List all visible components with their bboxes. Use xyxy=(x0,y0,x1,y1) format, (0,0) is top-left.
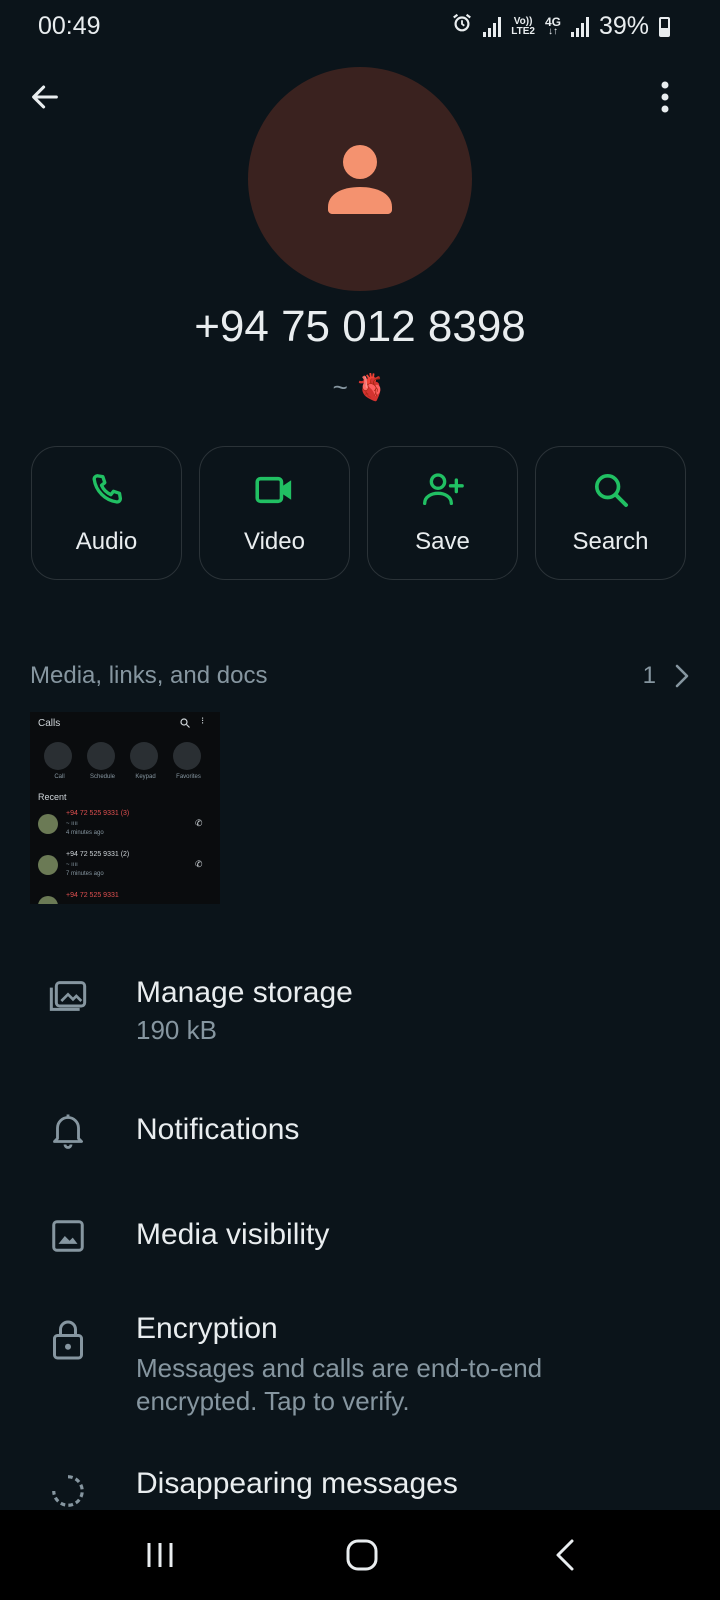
notifications-title: Notifications xyxy=(136,1113,300,1146)
contact-about: ~ 🫀 xyxy=(332,372,388,402)
add-person-icon xyxy=(422,473,464,505)
battery-percent: 39% xyxy=(598,12,649,40)
home-button[interactable] xyxy=(332,1528,392,1582)
keypad-shortcut xyxy=(130,742,158,770)
chevron-left-icon xyxy=(556,1539,574,1571)
timer-icon xyxy=(44,1467,92,1515)
volte-icon: Vo)) LTE2 xyxy=(511,15,535,37)
call-shortcut xyxy=(44,742,72,770)
back-nav-button[interactable] xyxy=(535,1528,595,1582)
status-icons: Vo)) LTE2 4G ↓↑ 39% xyxy=(451,12,670,41)
disappearing-messages-row[interactable]: Disappearing messages xyxy=(0,1455,720,1515)
avatar xyxy=(38,896,58,904)
schedule-shortcut xyxy=(87,742,115,770)
encryption-title: Encryption xyxy=(136,1312,278,1345)
lock-icon xyxy=(44,1316,92,1364)
image-icon xyxy=(44,1212,92,1260)
system-navigation-bar xyxy=(0,1510,720,1600)
more-vert-icon xyxy=(661,81,669,113)
battery-icon xyxy=(659,16,670,37)
audio-call-button[interactable]: Audio xyxy=(31,446,182,580)
arrow-left-icon xyxy=(32,85,58,109)
4g-icon: 4G ↓↑ xyxy=(544,14,561,37)
search-icon xyxy=(594,474,628,507)
video-icon xyxy=(254,476,291,504)
media-visibility-title: Media visibility xyxy=(136,1218,330,1251)
media-thumbnail[interactable]: Calls ⁝ Call Schedule Keypad Favorites R… xyxy=(30,712,220,904)
avatar xyxy=(38,814,58,834)
home-icon xyxy=(346,1539,378,1571)
contact-phone-number: +94 75 012 8398 xyxy=(194,302,526,351)
video-label: Video xyxy=(244,528,305,555)
avatar[interactable] xyxy=(248,67,472,291)
search-icon xyxy=(180,718,190,728)
status-time: 00:49 xyxy=(38,12,101,40)
encryption-row[interactable]: Encryption Messages and calls are end-to… xyxy=(0,1300,720,1450)
avatar xyxy=(38,855,58,875)
recents-icon xyxy=(147,1543,173,1567)
storage-icon xyxy=(44,972,92,1020)
alarm-icon xyxy=(451,12,473,41)
recent-apps-button[interactable] xyxy=(130,1528,190,1582)
media-count: 1 xyxy=(642,662,656,689)
person-icon xyxy=(328,145,392,214)
back-button[interactable] xyxy=(20,72,70,122)
manage-storage-title: Manage storage xyxy=(136,976,353,1009)
more-options-button[interactable] xyxy=(640,72,690,122)
encryption-description: Messages and calls are end-to-end encryp… xyxy=(136,1353,543,1416)
thumb-recent-label: Recent xyxy=(38,792,67,802)
manage-storage-size: 190 kB xyxy=(136,1015,217,1045)
thumb-header: Calls xyxy=(38,718,61,729)
phone-icon: ✆ xyxy=(195,818,203,828)
search-button[interactable]: Search xyxy=(535,446,686,580)
media-title: Media, links, and docs xyxy=(30,662,268,689)
phone-icon: ✆ xyxy=(195,859,203,869)
more-vert-icon: ⁝ xyxy=(201,716,205,727)
audio-label: Audio xyxy=(75,528,138,555)
save-contact-button[interactable]: Save xyxy=(367,446,518,580)
media-visibility-row[interactable]: Media visibility xyxy=(0,1190,720,1290)
action-buttons: Audio Video Save Search xyxy=(31,446,686,580)
status-bar: 00:49 Vo)) LTE2 4G ↓↑ 39% xyxy=(0,0,720,52)
video-call-button[interactable]: Video xyxy=(199,446,350,580)
favorites-shortcut xyxy=(173,742,201,770)
disappearing-messages-title: Disappearing messages xyxy=(136,1467,458,1500)
bell-icon xyxy=(44,1107,92,1155)
search-label: Search xyxy=(572,528,649,555)
manage-storage-row[interactable]: Manage storage 190 kB xyxy=(0,950,720,1070)
phone-icon xyxy=(91,474,122,504)
media-links-docs-row[interactable]: Media, links, and docs 1 xyxy=(30,658,690,694)
signal-icon xyxy=(570,16,589,37)
notifications-row[interactable]: Notifications xyxy=(0,1085,720,1185)
chevron-right-icon xyxy=(675,664,689,688)
signal-icon xyxy=(483,16,502,37)
save-label: Save xyxy=(415,528,470,555)
